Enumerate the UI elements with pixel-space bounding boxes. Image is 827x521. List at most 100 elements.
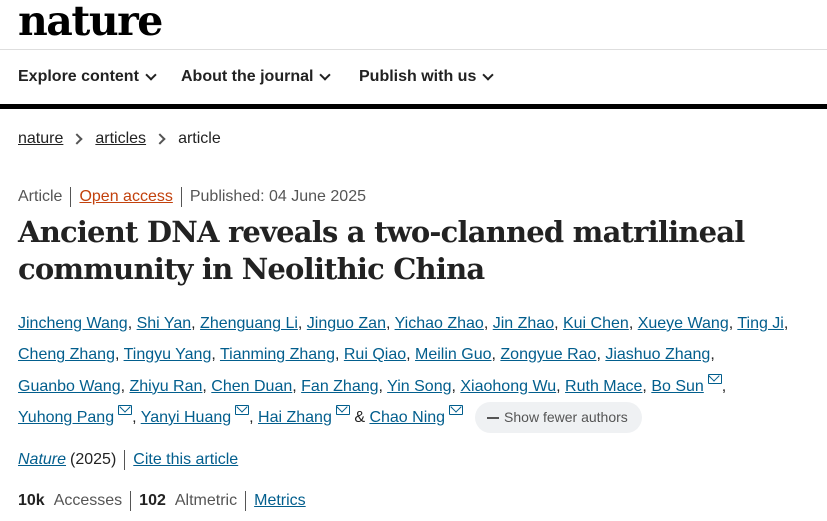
author-item: Meilin Guo [415,346,491,363]
author-link[interactable]: Rui Qiao [344,346,406,363]
author-item: Guanbo Wang [18,378,121,395]
masthead: nature [0,0,827,50]
meta-divider [70,187,72,207]
publication-year: (2025) [70,451,117,468]
nav-about-the-journal[interactable]: About the journal [181,50,332,104]
cite-this-article-link[interactable]: Cite this article [133,451,238,469]
chevron-down-icon [145,69,157,81]
author-link[interactable]: Yuhong Pang [18,409,114,426]
author-item: Jincheng Wang [18,315,128,332]
author-item: Yin Song [387,378,451,395]
article-type: Article [18,188,63,205]
altmetric-label: Altmetric [174,492,238,509]
author-item: Chen Duan [211,378,292,395]
email-icon[interactable] [449,404,464,415]
show-fewer-authors-button[interactable]: Show fewer authors [475,402,642,434]
author-link[interactable]: Tingyu Yang [124,346,212,363]
nav-explore-content[interactable]: Explore content [18,50,157,104]
author-item: Xiaohong Wu [460,378,556,395]
author-item: Chao Ning [369,404,464,426]
author-item: Hai Zhang [258,404,350,426]
author-link[interactable]: Xueye Wang [638,315,729,332]
email-icon[interactable] [335,404,350,415]
nav-label: About the journal [181,68,314,85]
author-item: Fan Zhang [301,378,378,395]
author-link[interactable]: Jin Zhao [493,315,554,332]
author-link[interactable]: Kui Chen [563,315,629,332]
author-item: Jinguo Zan [307,315,386,332]
author-list: Jincheng Wang, Shi Yan, Zhenguang Li, Ji… [18,308,808,434]
nav-divider [0,104,827,109]
nav-publish-with-us[interactable]: Publish with us [359,50,495,104]
meta-divider [124,450,126,470]
author-link[interactable]: Tianming Zhang [220,346,335,363]
published-date: Published: 04 June 2025 [189,188,366,205]
author-link[interactable]: Zhenguang Li [200,315,298,332]
metrics-line: 10k Accesses 102 Altmetric Metrics [18,491,306,511]
author-item: Jin Zhao [493,315,554,332]
author-item: Ruth Mace [565,378,642,395]
citation-line: Nature (2025) Cite this article [18,450,238,470]
breadcrumb: nature articles article [18,130,221,148]
email-icon[interactable] [707,373,722,384]
email-icon[interactable] [235,404,250,415]
author-conjunction: & [354,408,365,426]
author-item: Ting Ji [737,315,784,332]
open-access-link[interactable]: Open access [79,188,172,206]
author-link[interactable]: Guanbo Wang [18,378,121,395]
author-link[interactable]: Bo Sun [651,378,703,395]
show-fewer-authors-label: Show fewer authors [504,409,628,426]
accesses-count: 10k [18,492,45,509]
altmetric-score: 102 [139,492,166,509]
email-icon[interactable] [118,404,133,415]
chevron-down-icon [482,69,495,81]
author-link[interactable]: Xiaohong Wu [460,378,556,395]
author-item: Zhenguang Li [200,315,298,332]
author-link[interactable]: Hai Zhang [258,409,332,426]
author-item: Tingyu Yang [124,346,212,363]
chevron-right-icon [71,133,84,145]
metrics-link[interactable]: Metrics [254,492,306,510]
author-link[interactable]: Jinguo Zan [307,315,386,332]
author-link[interactable]: Yin Song [387,378,451,395]
article-meta: Article Open access Published: 04 June 2… [18,187,366,207]
author-link[interactable]: Jiashuo Zhang [605,346,710,363]
author-item: Jiashuo Zhang [605,346,710,363]
author-item: Yuhong Pang [18,404,133,426]
author-item: Tianming Zhang [220,346,335,363]
minus-icon [487,416,500,419]
author-link[interactable]: Zhiyu Ran [129,378,202,395]
breadcrumb-current: article [178,130,221,147]
author-item: Bo Sun [651,373,722,395]
author-link[interactable]: Fan Zhang [301,378,378,395]
author-link[interactable]: Yanyi Huang [141,409,231,426]
author-item: Rui Qiao [344,346,406,363]
author-link[interactable]: Chen Duan [211,378,292,395]
author-item: Yichao Zhao [395,315,484,332]
author-link[interactable]: Jincheng Wang [18,315,128,332]
author-item: Zongyue Rao [500,346,596,363]
author-link[interactable]: Ruth Mace [565,378,642,395]
author-link[interactable]: Yichao Zhao [395,315,484,332]
author-item: Xueye Wang [638,315,729,332]
accesses-label: Accesses [53,492,123,509]
meta-divider [130,491,132,511]
chevron-right-icon [154,133,166,145]
author-link[interactable]: Cheng Zhang [18,346,115,363]
author-item: Shi Yan [137,315,192,332]
author-link[interactable]: Chao Ning [369,409,445,426]
author-link[interactable]: Zongyue Rao [500,346,596,363]
author-link[interactable]: Ting Ji [737,315,784,332]
breadcrumb-nature-link[interactable]: nature [18,130,63,148]
author-link[interactable]: Meilin Guo [415,346,491,363]
author-link[interactable]: Shi Yan [137,315,192,332]
breadcrumb-articles-link[interactable]: articles [95,130,146,148]
nav-label: Publish with us [359,68,477,85]
author-item: Zhiyu Ran [129,378,202,395]
author-item: Yanyi Huang [141,404,250,426]
journal-link[interactable]: Nature [18,451,66,469]
chevron-down-icon [319,69,332,81]
nature-logo[interactable]: nature [18,0,163,46]
meta-divider [180,187,182,207]
main-nav: Explore content About the journal Publis… [0,50,827,104]
